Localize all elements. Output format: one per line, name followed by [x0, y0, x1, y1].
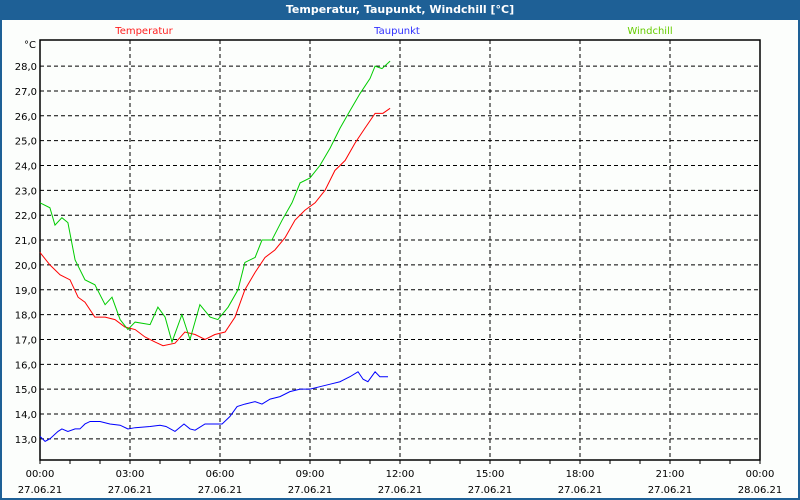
x-tick-time: 18:00 — [566, 469, 595, 480]
x-tick-date: 27.06.21 — [198, 485, 243, 496]
x-tick-time: 09:00 — [296, 469, 325, 480]
x-tick-date: 27.06.21 — [378, 485, 423, 496]
x-tick-time: 03:00 — [116, 469, 145, 480]
y-tick-label: 27,0 — [15, 87, 37, 98]
y-tick-label: 14,0 — [15, 410, 37, 421]
x-tick-date: 27.06.21 — [108, 485, 153, 496]
x-tick-date: 28.06.21 — [738, 485, 783, 496]
y-tick-label: 25,0 — [15, 137, 37, 148]
x-tick-time: 06:00 — [206, 469, 235, 480]
y-tick-label: 15,0 — [15, 385, 37, 396]
x-tick-date: 27.06.21 — [468, 485, 513, 496]
x-tick-date: 27.06.21 — [558, 485, 603, 496]
chart-svg: 13,0 14,0 15,0 16,0 17,0 18,0 19,0 20,0 21,0 22,0… — [15, 26, 783, 496]
chart-window: Temperatur, Taupunkt, Windchill [°C] 13,… — [0, 0, 800, 500]
x-tick-time: 00:00 — [26, 469, 55, 480]
y-tick-label: 18,0 — [15, 311, 37, 322]
y-tick-label: 13,0 — [15, 435, 37, 446]
y-tick-label: 26,0 — [15, 112, 37, 123]
y-axis-unit: °C — [24, 40, 36, 51]
legend-label-taupunkt: Taupunkt — [373, 26, 420, 37]
y-tick-label: 16,0 — [15, 360, 37, 371]
y-tick-label: 22,0 — [15, 211, 37, 222]
y-tick-label: 24,0 — [15, 162, 37, 173]
x-tick-time: 15:00 — [476, 469, 505, 480]
x-tick-date: 27.06.21 — [288, 485, 333, 496]
legend-label-windchill: Windchill — [627, 26, 672, 37]
x-tick-time: 00:00 — [746, 469, 775, 480]
y-tick-label: 21,0 — [15, 236, 37, 247]
x-tick-date: 27.06.21 — [648, 485, 693, 496]
y-tick-label: 17,0 — [15, 335, 37, 346]
legend-label-temperatur: Temperatur — [114, 26, 173, 37]
x-tick-time: 21:00 — [656, 469, 685, 480]
y-tick-label: 20,0 — [15, 261, 37, 272]
series-line-windchill — [39, 60, 391, 344]
series-line-temperatur — [39, 107, 391, 347]
y-tick-label: 19,0 — [15, 286, 37, 297]
x-tick-date: 27.06.21 — [18, 485, 63, 496]
x-tick-time: 12:00 — [386, 469, 415, 480]
y-tick-label: 28,0 — [15, 62, 37, 73]
series-line-taupunkt — [39, 370, 388, 442]
y-tick-label: 23,0 — [15, 186, 37, 197]
